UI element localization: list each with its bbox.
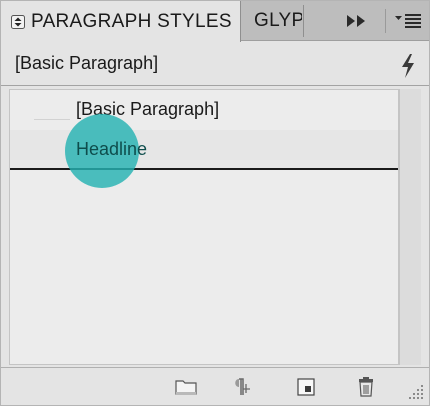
folder-icon[interactable]	[173, 376, 199, 398]
paragraph-styles-panel: PARAGRAPH STYLES GLYP [Basic Paragraph] …	[0, 0, 430, 406]
scrollbar-track[interactable]	[399, 89, 421, 365]
style-label: Headline	[76, 138, 148, 159]
current-style-row: [Basic Paragraph]	[1, 42, 429, 86]
trash-icon[interactable]	[353, 376, 379, 398]
lightning-icon[interactable]	[399, 53, 417, 79]
resize-grip-icon[interactable]	[405, 381, 425, 401]
styles-list: [Basic Paragraph] Headline	[9, 89, 399, 365]
panel-tab-bar: PARAGRAPH STYLES GLYP	[1, 1, 429, 42]
tab-paragraph-styles[interactable]: PARAGRAPH STYLES	[1, 1, 241, 42]
tab-label: GLYP	[254, 10, 302, 31]
pilcrow-clear-icon[interactable]	[229, 376, 255, 398]
panel-menu-icon[interactable]	[395, 13, 421, 29]
menu-divider	[385, 9, 386, 33]
collapse-arrows-icon[interactable]	[11, 14, 25, 29]
tab-label: PARAGRAPH STYLES	[31, 10, 232, 32]
new-page-icon[interactable]	[293, 376, 319, 398]
tab-glyphs[interactable]: GLYP	[242, 1, 302, 41]
list-item[interactable]: [Basic Paragraph]	[10, 90, 398, 128]
tab-divider	[303, 5, 304, 37]
drop-indicator-line	[10, 168, 398, 170]
double-chevron-right-icon[interactable]	[345, 12, 369, 30]
bottom-toolbar	[1, 367, 429, 405]
indent-swatch	[34, 98, 70, 120]
current-style-name: [Basic Paragraph]	[15, 53, 159, 73]
